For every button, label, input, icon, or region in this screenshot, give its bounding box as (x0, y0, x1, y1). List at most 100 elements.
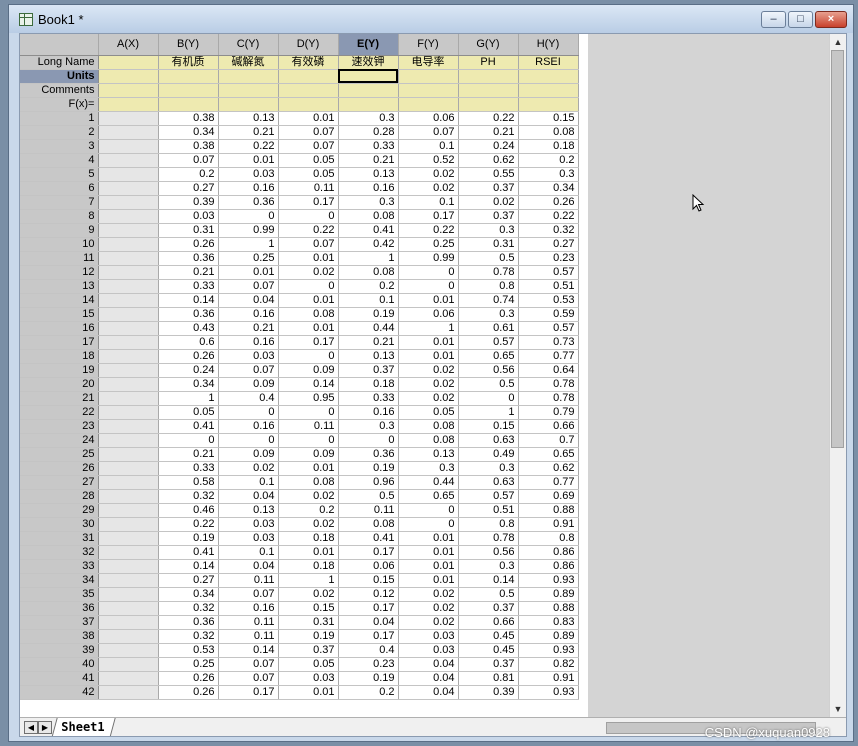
data-cell[interactable]: 0.07 (218, 671, 279, 686)
data-cell[interactable]: 0.41 (338, 223, 399, 238)
data-cell[interactable]: 0.1 (218, 475, 279, 490)
data-cell[interactable]: 0.21 (218, 125, 279, 140)
data-cell[interactable]: 0.66 (458, 615, 519, 630)
meta-cell[interactable]: 速效钾 (338, 55, 399, 70)
data-cell[interactable]: 0.56 (458, 545, 519, 560)
data-cell[interactable]: 0.08 (338, 209, 399, 224)
row-number[interactable]: 22 (20, 405, 99, 420)
meta-cell[interactable] (158, 69, 219, 84)
row-number[interactable]: 20 (20, 377, 99, 392)
sheet-tab-sheet1[interactable]: Sheet1 (51, 718, 117, 736)
data-cell[interactable] (98, 167, 159, 182)
data-cell[interactable]: 0.02 (398, 181, 459, 196)
meta-cell[interactable]: 有效磷 (278, 55, 339, 70)
data-cell[interactable]: 0.8 (458, 517, 519, 532)
row-number[interactable]: 12 (20, 265, 99, 280)
data-cell[interactable]: 0.78 (518, 377, 579, 392)
data-cell[interactable]: 0.2 (338, 685, 399, 700)
data-cell[interactable]: 0.2 (158, 167, 219, 182)
data-cell[interactable]: 0.01 (398, 573, 459, 588)
data-cell[interactable]: 0.01 (398, 349, 459, 364)
data-cell[interactable]: 0.51 (518, 279, 579, 294)
data-cell[interactable]: 0.07 (398, 125, 459, 140)
data-cell[interactable] (98, 349, 159, 364)
data-cell[interactable]: 0.5 (458, 377, 519, 392)
data-cell[interactable]: 1 (338, 251, 399, 266)
data-cell[interactable]: 0.11 (278, 181, 339, 196)
data-cell[interactable]: 0.02 (218, 461, 279, 476)
data-cell[interactable]: 0.09 (278, 447, 339, 462)
data-cell[interactable]: 0.17 (278, 195, 339, 210)
data-cell[interactable]: 0.89 (518, 629, 579, 644)
data-cell[interactable]: 0.37 (278, 643, 339, 658)
data-cell[interactable]: 0.08 (278, 475, 339, 490)
data-cell[interactable] (98, 475, 159, 490)
data-cell[interactable]: 0.3 (458, 559, 519, 574)
data-cell[interactable] (98, 615, 159, 630)
data-cell[interactable]: 0.27 (518, 237, 579, 252)
data-cell[interactable]: 0.11 (278, 419, 339, 434)
data-cell[interactable]: 0.86 (518, 559, 579, 574)
data-cell[interactable]: 0.57 (518, 321, 579, 336)
data-cell[interactable]: 1 (398, 321, 459, 336)
data-cell[interactable]: 0.73 (518, 335, 579, 350)
data-cell[interactable]: 0.26 (158, 349, 219, 364)
data-cell[interactable]: 0.01 (278, 293, 339, 308)
data-cell[interactable]: 0.32 (158, 601, 219, 616)
data-cell[interactable]: 0.21 (458, 125, 519, 140)
data-cell[interactable]: 0.14 (458, 573, 519, 588)
data-cell[interactable] (98, 657, 159, 672)
data-cell[interactable]: 0.25 (398, 237, 459, 252)
data-cell[interactable]: 0.14 (278, 377, 339, 392)
row-number[interactable]: 16 (20, 321, 99, 336)
prev-sheet-icon[interactable]: ◀ (24, 721, 38, 734)
data-cell[interactable]: 0.22 (278, 223, 339, 238)
data-cell[interactable]: 0.41 (158, 419, 219, 434)
data-cell[interactable]: 0.13 (398, 447, 459, 462)
data-cell[interactable]: 0.17 (338, 629, 399, 644)
data-cell[interactable] (98, 321, 159, 336)
meta-cell[interactable] (98, 69, 159, 84)
data-cell[interactable]: 0.07 (278, 125, 339, 140)
meta-cell[interactable] (458, 83, 519, 98)
data-cell[interactable]: 0.42 (338, 237, 399, 252)
data-cell[interactable]: 0.02 (278, 489, 339, 504)
data-cell[interactable]: 0.22 (218, 139, 279, 154)
meta-cell[interactable] (98, 55, 159, 70)
meta-cell[interactable] (518, 97, 579, 112)
data-cell[interactable]: 0.17 (338, 601, 399, 616)
meta-cell[interactable] (398, 97, 459, 112)
data-cell[interactable]: 0.63 (458, 475, 519, 490)
data-cell[interactable] (98, 671, 159, 686)
row-number[interactable]: 38 (20, 629, 99, 644)
data-cell[interactable] (98, 307, 159, 322)
row-number[interactable]: 30 (20, 517, 99, 532)
column-header[interactable]: E(Y) (338, 34, 399, 56)
data-cell[interactable]: 0.55 (458, 167, 519, 182)
data-cell[interactable]: 0.17 (278, 335, 339, 350)
meta-cell[interactable] (338, 83, 399, 98)
data-cell[interactable]: 0.44 (398, 475, 459, 490)
data-cell[interactable]: 0.05 (278, 167, 339, 182)
data-cell[interactable] (98, 265, 159, 280)
data-cell[interactable]: 0.06 (398, 111, 459, 126)
data-cell[interactable] (98, 153, 159, 168)
meta-cell[interactable] (278, 97, 339, 112)
column-header[interactable]: G(Y) (458, 34, 519, 56)
data-cell[interactable]: 0.34 (518, 181, 579, 196)
meta-cell[interactable]: 电导率 (398, 55, 459, 70)
data-cell[interactable]: 0.96 (338, 475, 399, 490)
meta-cell[interactable] (458, 69, 519, 84)
data-cell[interactable] (98, 251, 159, 266)
title-bar[interactable]: Book1 * – □ × (9, 5, 853, 33)
row-number[interactable]: 15 (20, 307, 99, 322)
scroll-down-icon[interactable]: ▼ (830, 701, 846, 717)
data-cell[interactable] (98, 111, 159, 126)
data-cell[interactable]: 0.62 (458, 153, 519, 168)
data-cell[interactable]: 0.52 (398, 153, 459, 168)
data-cell[interactable]: 0.09 (218, 377, 279, 392)
data-cell[interactable]: 0.04 (338, 615, 399, 630)
row-number[interactable]: 32 (20, 545, 99, 560)
data-cell[interactable]: 0.04 (398, 671, 459, 686)
data-cell[interactable] (98, 293, 159, 308)
